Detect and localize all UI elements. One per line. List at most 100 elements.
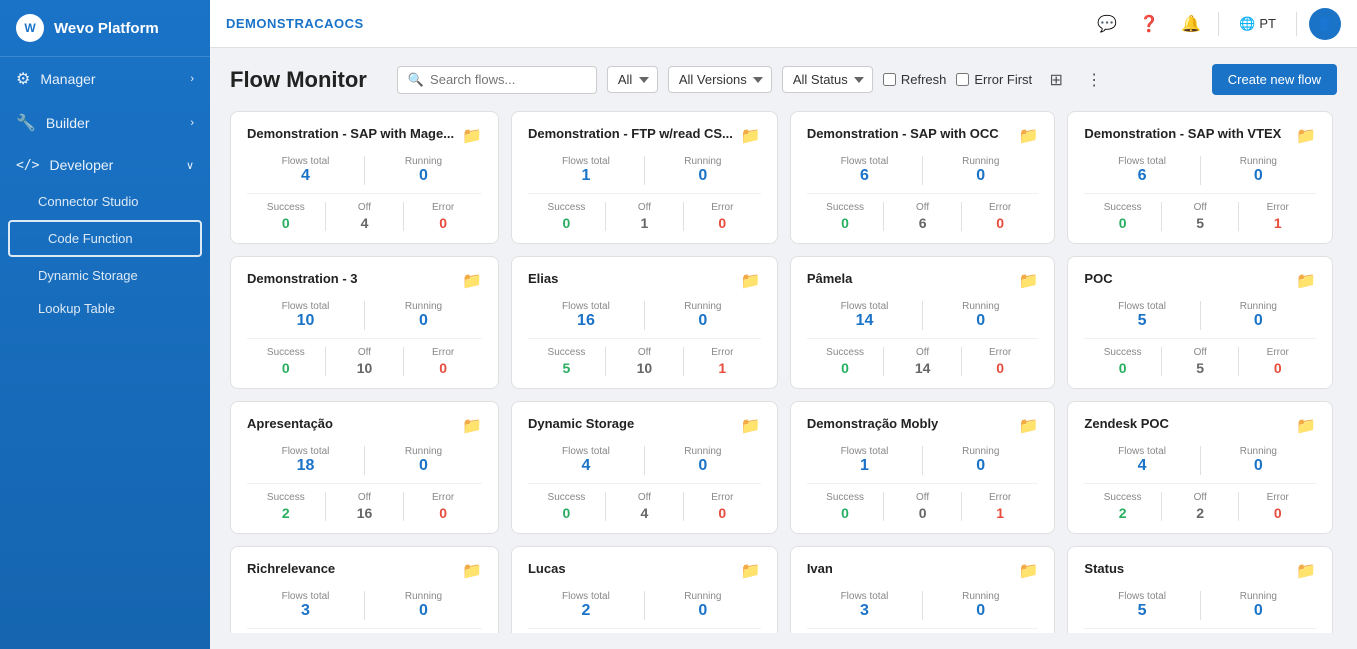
- refresh-checkbox-label[interactable]: Refresh: [883, 72, 947, 87]
- success-value: 0: [841, 360, 849, 376]
- running-section: Running 0: [1201, 156, 1316, 185]
- card-total-row: Flows total 6 Running 0: [1084, 156, 1316, 185]
- flow-card[interactable]: Lucas 📁 Flows total 2 Running 0 Success …: [511, 546, 778, 633]
- chat-icon-btn[interactable]: 💬: [1092, 9, 1122, 39]
- running-section: Running 0: [923, 446, 1038, 475]
- flows-total-value: 1: [581, 167, 590, 185]
- flows-total-section: Flows total 4: [1084, 446, 1199, 475]
- flow-card[interactable]: Dynamic Storage 📁 Flows total 4 Running …: [511, 401, 778, 534]
- folder-icon: 📁: [1018, 416, 1038, 436]
- card-divider: [528, 338, 761, 339]
- user-avatar[interactable]: 👤: [1309, 8, 1341, 40]
- card-bottom-stats: Success 0 Off 5 Error 1: [1084, 202, 1316, 231]
- flows-total-label: Flows total: [1118, 591, 1166, 602]
- error-first-label: Error First: [974, 72, 1032, 87]
- sidebar-item-lookup-table[interactable]: Lookup Table: [0, 292, 210, 325]
- code-function-label: Code Function: [48, 231, 133, 246]
- running-value: 0: [1254, 602, 1263, 620]
- error-label: Error: [711, 202, 733, 213]
- card-bottom-stats: Success 5 Off 10 Error 1: [528, 347, 761, 376]
- refresh-checkbox[interactable]: [883, 73, 896, 86]
- card-divider: [247, 193, 482, 194]
- running-section: Running 0: [923, 591, 1038, 620]
- error-value: 0: [439, 215, 447, 231]
- running-section: Running 0: [645, 446, 761, 475]
- running-value: 0: [976, 312, 985, 330]
- logo-area[interactable]: W Wevo Platform: [0, 0, 210, 57]
- flow-card[interactable]: Apresentação 📁 Flows total 18 Running 0 …: [230, 401, 499, 534]
- flow-card[interactable]: Pâmela 📁 Flows total 14 Running 0 Succes…: [790, 256, 1056, 389]
- success-value: 0: [1119, 215, 1127, 231]
- card-title: Status: [1084, 561, 1288, 576]
- filter-versions-select[interactable]: All Versions: [668, 66, 772, 93]
- more-options-icon-btn[interactable]: ⋮: [1080, 66, 1108, 94]
- error-value: 0: [996, 360, 1004, 376]
- nav-item-builder[interactable]: 🔧 Builder ›: [0, 101, 210, 145]
- error-label: Error: [1267, 492, 1289, 503]
- success-label: Success: [1104, 492, 1142, 503]
- search-input[interactable]: [430, 72, 550, 87]
- flows-total-section: Flows total 3: [247, 591, 364, 620]
- error-value: 0: [439, 505, 447, 521]
- flows-total-label: Flows total: [282, 591, 330, 602]
- success-label: Success: [548, 492, 586, 503]
- sidebar-item-code-function[interactable]: Code Function: [8, 220, 202, 257]
- flow-card[interactable]: Demonstration - FTP w/read CS... 📁 Flows…: [511, 111, 778, 244]
- nav-item-manager[interactable]: ⚙ Manager ›: [0, 57, 210, 101]
- off-label: Off: [358, 202, 371, 213]
- card-divider: [807, 483, 1039, 484]
- filter-status-select[interactable]: All Status: [782, 66, 873, 93]
- flow-card[interactable]: Demonstration - SAP with OCC 📁 Flows tot…: [790, 111, 1056, 244]
- flows-total-value: 18: [297, 457, 315, 475]
- error-first-checkbox-label[interactable]: Error First: [956, 72, 1032, 87]
- card-title: Lucas: [528, 561, 733, 576]
- running-section: Running 0: [1201, 301, 1316, 330]
- flow-card[interactable]: Demonstration - SAP with Mage... 📁 Flows…: [230, 111, 499, 244]
- success-label: Success: [826, 492, 864, 503]
- flows-total-section: Flows total 1: [528, 156, 644, 185]
- error-first-checkbox[interactable]: [956, 73, 969, 86]
- create-flow-button[interactable]: Create new flow: [1212, 64, 1337, 95]
- card-header: Elias 📁: [528, 271, 761, 291]
- search-box[interactable]: 🔍: [397, 66, 597, 94]
- running-value: 0: [1254, 457, 1263, 475]
- sidebar-item-connector-studio[interactable]: Connector Studio: [0, 185, 210, 218]
- content-area: Flow Monitor 🔍 All All Versions All Stat…: [210, 48, 1357, 649]
- off-label: Off: [916, 202, 929, 213]
- running-value: 0: [698, 312, 707, 330]
- flows-total-section: Flows total 4: [247, 156, 364, 185]
- flow-card[interactable]: Demonstração Mobly 📁 Flows total 1 Runni…: [790, 401, 1056, 534]
- flows-total-label: Flows total: [841, 591, 889, 602]
- off-value: 4: [640, 505, 648, 521]
- error-label: Error: [432, 347, 454, 358]
- flows-total-section: Flows total 5: [1084, 301, 1199, 330]
- flow-card[interactable]: Status 📁 Flows total 5 Running 0 Success…: [1067, 546, 1333, 633]
- off-stat: Off 4: [326, 202, 404, 231]
- flow-card[interactable]: Demonstration - 3 📁 Flows total 10 Runni…: [230, 256, 499, 389]
- flow-card[interactable]: Zendesk POC 📁 Flows total 4 Running 0 Su…: [1067, 401, 1333, 534]
- flow-card[interactable]: Ivan 📁 Flows total 3 Running 0 Success 0: [790, 546, 1056, 633]
- flow-card[interactable]: Richrelevance 📁 Flows total 3 Running 0 …: [230, 546, 499, 633]
- flow-card[interactable]: POC 📁 Flows total 5 Running 0 Success 0: [1067, 256, 1333, 389]
- sidebar-item-dynamic-storage[interactable]: Dynamic Storage: [0, 259, 210, 292]
- filter-all-select[interactable]: All: [607, 66, 658, 93]
- error-stat: Error 0: [962, 202, 1039, 231]
- flow-card[interactable]: Demonstration - SAP with VTEX 📁 Flows to…: [1067, 111, 1333, 244]
- success-stat: Success 0: [807, 492, 884, 521]
- notification-icon-btn[interactable]: 🔔: [1176, 9, 1206, 39]
- error-value: 0: [996, 215, 1004, 231]
- error-stat: Error 0: [1239, 492, 1316, 521]
- brand-name: Wevo Platform: [54, 20, 159, 37]
- help-icon-btn[interactable]: ❓: [1134, 9, 1164, 39]
- off-value: 16: [357, 505, 373, 521]
- grid-view-icon-btn[interactable]: ⊞: [1042, 66, 1070, 94]
- card-divider: [1084, 338, 1316, 339]
- error-stat: Error 0: [404, 492, 482, 521]
- card-header: Apresentação 📁: [247, 416, 482, 436]
- nav-item-developer[interactable]: </> Developer ∨: [0, 145, 210, 185]
- card-title: Demonstration - SAP with Mage...: [247, 126, 454, 141]
- flow-card[interactable]: Elias 📁 Flows total 16 Running 0 Success…: [511, 256, 778, 389]
- language-selector[interactable]: 🌐 PT: [1231, 12, 1284, 36]
- card-total-row: Flows total 3 Running 0: [807, 591, 1039, 620]
- card-bottom-stats: Success 0 Off 14 Error 0: [807, 347, 1039, 376]
